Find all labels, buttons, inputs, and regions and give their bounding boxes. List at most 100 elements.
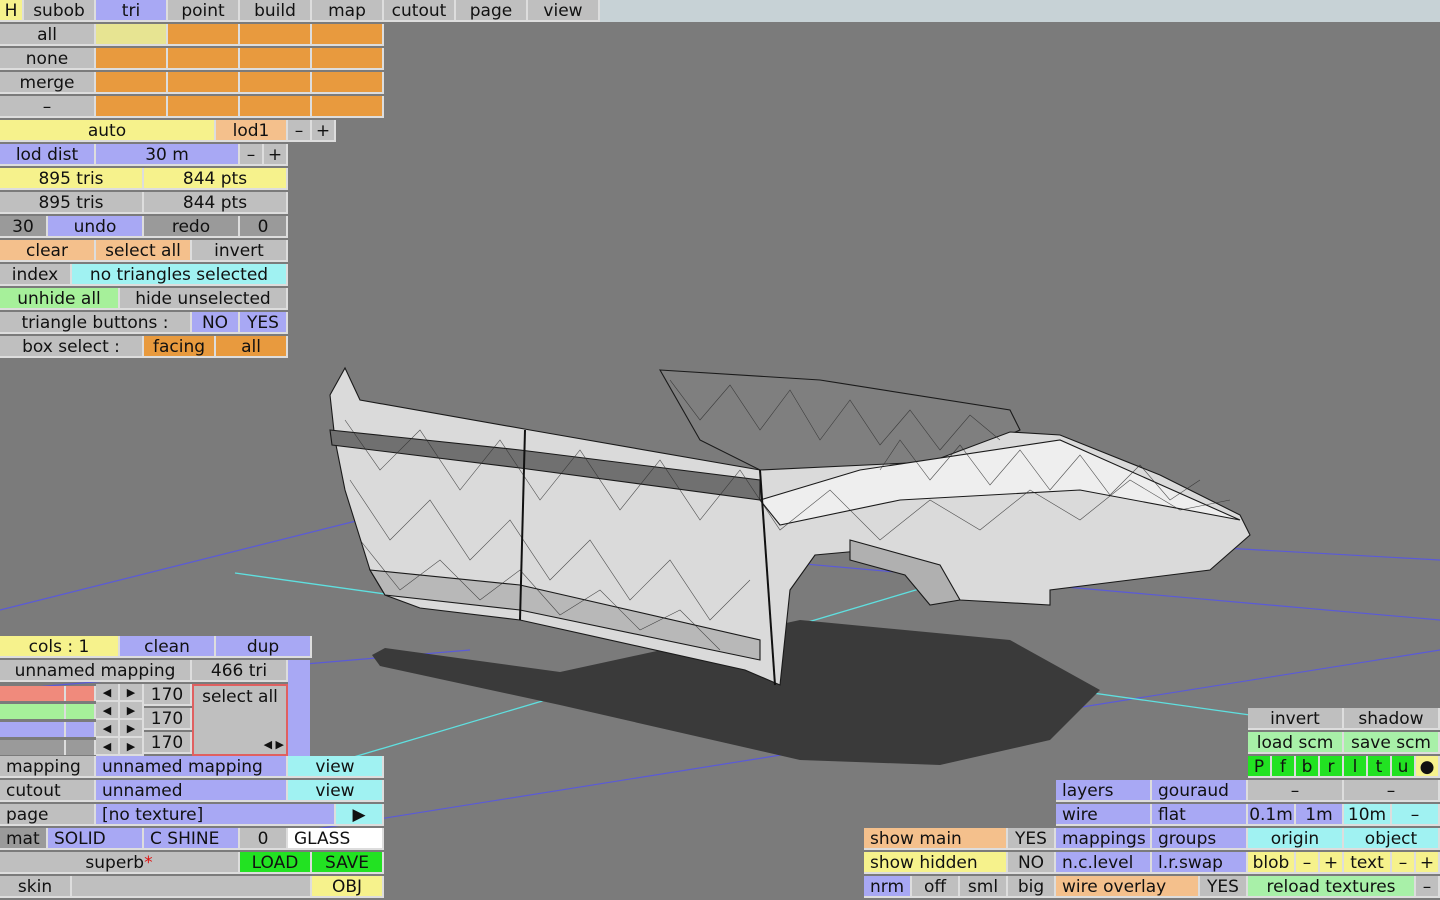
reload-minus-button[interactable]: – [1416,876,1440,898]
load-material-button[interactable]: LOAD [240,852,312,874]
red-value[interactable]: 170 [144,684,192,706]
red-left-arrow-icon[interactable]: ◀ [96,684,120,702]
dash-button-2[interactable]: – [1344,780,1440,802]
box-select-facing[interactable]: facing [144,336,216,358]
grid-10m-button[interactable]: 10m [1344,804,1392,826]
normals-big-button[interactable]: big [1008,876,1056,898]
hide-unselected-button[interactable]: hide unselected [120,288,288,310]
box-select-all[interactable]: all [216,336,288,358]
group-cell-3-3[interactable] [240,72,312,94]
mappings-button[interactable]: mappings [1056,828,1152,850]
view-left-button[interactable]: l [1344,756,1368,778]
object-button[interactable]: object [1344,828,1440,850]
glass-button[interactable]: GLASS [288,828,384,850]
show-hidden-button[interactable]: show hidden [864,852,1008,874]
mapping-scrollbar[interactable] [288,660,310,756]
text-button[interactable]: text [1344,852,1392,874]
gray-left-arrow-icon[interactable]: ◀ [96,738,120,756]
index-button[interactable]: index [0,264,72,286]
group-cell-3-1[interactable] [96,72,168,94]
view-top-button[interactable]: t [1368,756,1392,778]
clear-button[interactable]: clear [0,240,96,262]
grid-minus-button[interactable]: – [1392,804,1440,826]
tab-view[interactable]: view [528,0,600,22]
grid-1m-button[interactable]: 1m [1296,804,1344,826]
green-left-arrow-icon[interactable]: ◀ [96,702,120,720]
grid-0-1m-button[interactable]: 0.1m [1248,804,1296,826]
tab-build[interactable]: build [240,0,312,22]
mapping-select-all-label[interactable]: select all [194,686,286,708]
unhide-all-button[interactable]: unhide all [0,288,120,310]
lod-plus-button[interactable]: + [312,120,336,142]
cutout-view-button[interactable]: view [288,780,384,802]
groups-button[interactable]: groups [1152,828,1248,850]
origin-button[interactable]: origin [1248,828,1344,850]
merge-button[interactable]: merge [0,72,96,94]
group-cell-3-2[interactable] [168,72,240,94]
group-cell-2-1[interactable] [96,48,168,70]
normals-off-button[interactable]: off [912,876,960,898]
mapping-value[interactable]: unnamed mapping [96,756,288,778]
blob-minus-button[interactable]: – [1296,852,1320,874]
text-minus-button[interactable]: – [1392,852,1416,874]
cols-button[interactable]: cols : 1 [0,636,120,658]
shine-value[interactable]: 0 [240,828,288,850]
view-front-button[interactable]: f [1272,756,1296,778]
blob-plus-button[interactable]: + [1320,852,1344,874]
tab-subob[interactable]: subob [24,0,96,22]
blue-value[interactable]: 170 [144,732,192,754]
view-under-button[interactable]: u [1392,756,1416,778]
blob-button[interactable]: blob [1248,852,1296,874]
group-cell-4-4[interactable] [312,96,384,118]
wire-button[interactable]: wire [1056,804,1152,826]
tab-point[interactable]: point [168,0,240,22]
lod-minus-button[interactable]: – [288,120,312,142]
dash-button-1[interactable]: – [1248,780,1344,802]
group-cell-3-4[interactable] [312,72,384,94]
nc-level-button[interactable]: n.c.level [1056,852,1152,874]
group-cell-1-1[interactable] [96,24,168,46]
normals-small-button[interactable]: sml [960,876,1008,898]
text-plus-button[interactable]: + [1416,852,1440,874]
select-none-button[interactable]: none [0,48,96,70]
show-hidden-value[interactable]: NO [1008,852,1056,874]
group-cell-1-2[interactable] [168,24,240,46]
group-cell-1-4[interactable] [312,24,384,46]
tab-tri[interactable]: tri [96,0,168,22]
invert-selection-button[interactable]: invert [192,240,288,262]
mapping-preview[interactable]: select all ◀ ▶ [192,684,288,756]
normals-button[interactable]: nrm [864,876,912,898]
material-name[interactable]: superb* [0,852,240,874]
blue-left-arrow-icon[interactable]: ◀ [96,720,120,738]
wire-overlay-button[interactable]: wire overlay [1056,876,1200,898]
dup-button[interactable]: dup [216,636,312,658]
select-all-tris-button[interactable]: select all [96,240,192,262]
green-value[interactable]: 170 [144,708,192,730]
mapping-view-button[interactable]: view [288,756,384,778]
group-cell-2-4[interactable] [312,48,384,70]
cutout-value[interactable]: unnamed [96,780,288,802]
tab-cutout[interactable]: cutout [384,0,456,22]
group-cell-4-1[interactable] [96,96,168,118]
gray-right-arrow-icon[interactable]: ▶ [120,738,144,756]
minus-button[interactable]: – [0,96,96,118]
invert-view-button[interactable]: invert [1248,708,1344,730]
green-right-arrow-icon[interactable]: ▶ [120,702,144,720]
group-cell-2-2[interactable] [168,48,240,70]
flat-button[interactable]: flat [1152,804,1248,826]
view-back-button[interactable]: b [1296,756,1320,778]
skin-value[interactable] [72,876,312,898]
select-all-button[interactable]: all [0,24,96,46]
lod-name[interactable]: lod1 [216,120,288,142]
c-shine-button[interactable]: C SHINE [144,828,240,850]
show-main-button[interactable]: show main [864,828,1008,850]
group-cell-4-2[interactable] [168,96,240,118]
blue-right-arrow-icon[interactable]: ▶ [120,720,144,738]
undo-button[interactable]: undo [48,216,144,238]
shadow-button[interactable]: shadow [1344,708,1440,730]
lod-auto-button[interactable]: auto [0,120,216,142]
page-value[interactable]: [no texture] [96,804,336,826]
solid-button[interactable]: SOLID [48,828,144,850]
redo-button[interactable]: redo [144,216,240,238]
tab-h[interactable]: H [0,0,24,22]
